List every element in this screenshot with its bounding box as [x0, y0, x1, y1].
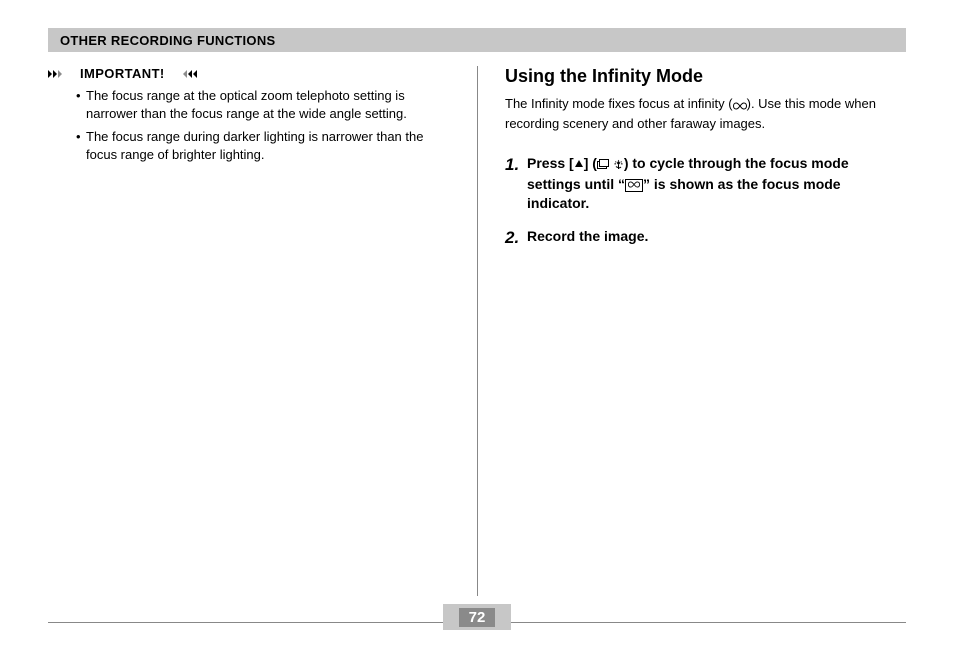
- intro-text-a: The Infinity mode fixes focus at infinit…: [505, 96, 733, 111]
- step-text: Record the image.: [527, 227, 648, 250]
- step-item: 1. Press [] ( ) to cycle through the foc…: [505, 154, 906, 213]
- page-number: 72: [459, 608, 496, 627]
- section-header-text: OTHER RECORDING FUNCTIONS: [60, 33, 276, 48]
- focus-mode-icon: [597, 156, 609, 175]
- step-number: 1.: [505, 154, 527, 213]
- chevrons-left-icon: [171, 68, 197, 80]
- infinity-indicator-box-icon: [625, 179, 643, 192]
- page-footer: 72: [48, 604, 906, 630]
- step-item: 2. Record the image.: [505, 227, 906, 250]
- important-heading: IMPORTANT!: [48, 66, 449, 81]
- bullet-item: The focus range during darker lighting i…: [76, 128, 449, 163]
- step-text-fragment: ] (: [584, 155, 597, 171]
- infinity-icon: [733, 97, 747, 115]
- step-number: 2.: [505, 227, 527, 250]
- important-bullet-list: The focus range at the optical zoom tele…: [48, 87, 449, 163]
- section-intro: The Infinity mode fixes focus at infinit…: [505, 95, 906, 132]
- column-divider: [477, 66, 478, 596]
- content-columns: IMPORTANT! The focus range at the optica…: [48, 66, 906, 596]
- bullet-item: The focus range at the optical zoom tele…: [76, 87, 449, 122]
- important-label: IMPORTANT!: [74, 66, 171, 81]
- right-column: Using the Infinity Mode The Infinity mod…: [477, 66, 906, 596]
- left-column: IMPORTANT! The focus range at the optica…: [48, 66, 477, 596]
- step-text-fragment: Press [: [527, 155, 574, 171]
- section-header-bar: OTHER RECORDING FUNCTIONS: [48, 28, 906, 52]
- up-triangle-icon: [574, 155, 584, 174]
- manual-page: OTHER RECORDING FUNCTIONS IMPORTANT!: [0, 0, 954, 646]
- step-text: Press [] ( ) to cycle through the focus …: [527, 154, 906, 213]
- section-title: Using the Infinity Mode: [505, 66, 906, 87]
- step-list: 1. Press [] ( ) to cycle through the foc…: [505, 154, 906, 250]
- chevrons-right-icon: [48, 68, 74, 80]
- macro-flower-icon: [613, 156, 624, 175]
- page-number-badge: 72: [443, 604, 511, 630]
